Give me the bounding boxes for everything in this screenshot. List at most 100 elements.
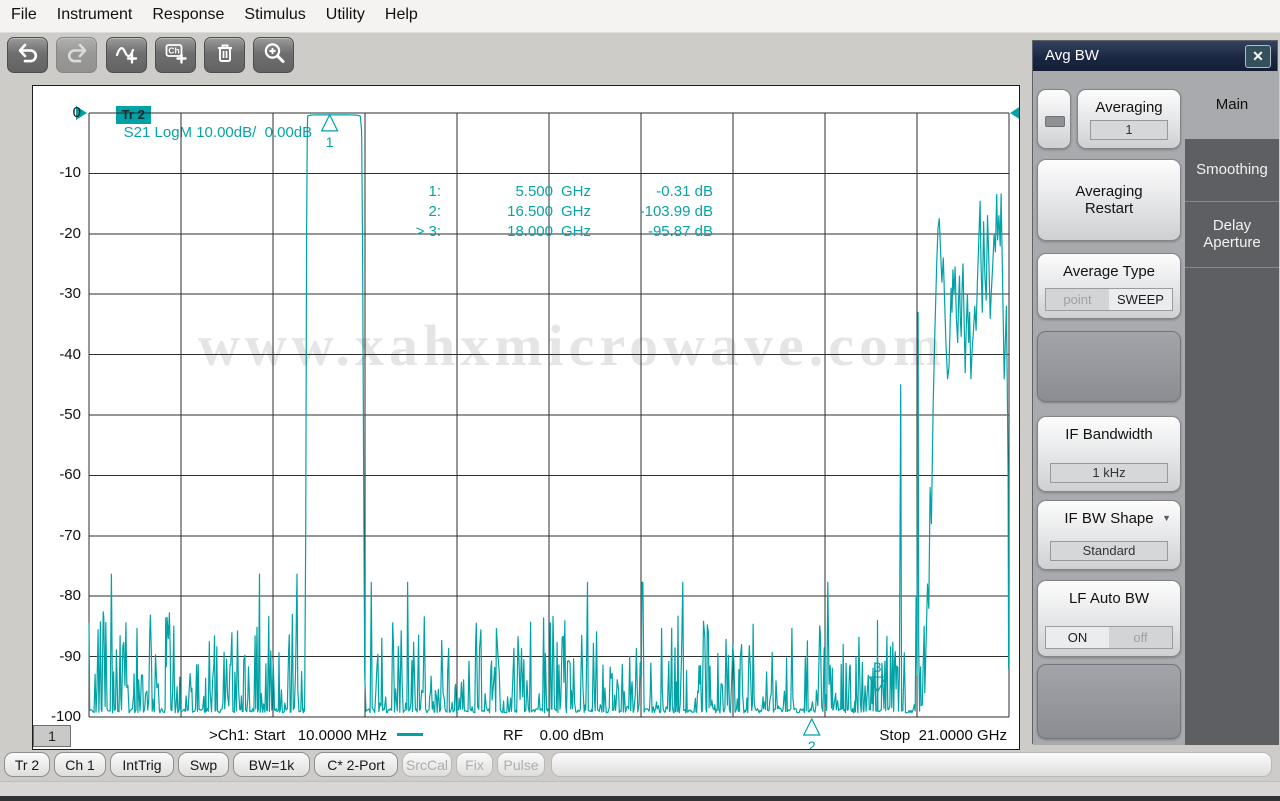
- if-bandwidth-label: IF Bandwidth: [1065, 426, 1153, 443]
- marker-readout-row-3: > 3: 18.000 GHz -95.87 dB: [381, 222, 713, 242]
- average-type-segmented: point SWEEP: [1045, 288, 1173, 311]
- averaging-restart-button[interactable]: Averaging Restart: [1037, 159, 1181, 241]
- add-trace-button[interactable]: [106, 37, 147, 73]
- status-button-bw-1k[interactable]: BW=1k: [233, 752, 310, 777]
- marker-readout-row-2: 2: 16.500 GHz -103.99 dB: [381, 202, 713, 222]
- mk-id: 2:: [428, 203, 441, 220]
- averaging-value-field[interactable]: 1: [1090, 120, 1168, 140]
- if-bandwidth-button[interactable]: IF Bandwidth 1 kHz: [1037, 416, 1181, 492]
- mk-freq: 16.500: [507, 203, 553, 220]
- mk-freq: 5.500: [515, 183, 553, 200]
- status-button-pulse: Pulse: [497, 752, 545, 777]
- tab-delay-aperture-label: Delay Aperture: [1203, 217, 1261, 251]
- marker-label-3: 3: [874, 659, 882, 675]
- if-bw-shape-value-field[interactable]: Standard: [1050, 541, 1168, 561]
- averaging-button[interactable]: Averaging 1: [1077, 89, 1181, 149]
- y-tick-0: 0: [72, 104, 81, 121]
- marker-1[interactable]: 1: [320, 113, 339, 150]
- window-bottom-edge: [0, 796, 1280, 801]
- panel-body: Averaging 1 Averaging Restart Average Ty…: [1033, 71, 1279, 745]
- average-type-option-sweep[interactable]: SWEEP: [1109, 289, 1172, 310]
- averaging-restart-label: Averaging Restart: [1075, 183, 1143, 217]
- mk-val: -0.31 dB: [656, 183, 713, 200]
- chevron-down-icon: ▼: [1162, 513, 1171, 523]
- add-channel-button[interactable]: Ch: [155, 37, 196, 73]
- status-button-inttrig[interactable]: IntTrig: [110, 752, 174, 777]
- status-button-c-2-port[interactable]: C* 2-Port: [314, 752, 398, 777]
- tab-main[interactable]: Main: [1185, 71, 1279, 139]
- y-tick--80: -80: [59, 587, 81, 605]
- y-tick--70: -70: [59, 526, 81, 544]
- marker-label-1: 1: [326, 134, 334, 150]
- add-trace-icon: [115, 41, 139, 70]
- y-tick--30: -30: [59, 285, 81, 303]
- start-frequency-text: >Ch1: Start 10.0000 MHz: [209, 727, 388, 744]
- menu-file[interactable]: File: [0, 0, 47, 24]
- averaging-label: Averaging: [1095, 99, 1163, 116]
- menu-utility[interactable]: Utility: [316, 0, 375, 24]
- status-button-srccal: SrcCal: [402, 752, 452, 777]
- if-bw-shape-label: IF BW Shape: [1064, 510, 1154, 527]
- status-button-fix: Fix: [456, 752, 493, 777]
- panel-tab-column: Main Smoothing Delay Aperture: [1185, 71, 1279, 745]
- chart-panel: Tr 2 S21 LogM 10.00dB/ 0.00dB 0 -10 -20 -30…: [32, 85, 1020, 750]
- marker-readout-row-1: 1: 5.500 GHz -0.31 dB: [381, 182, 713, 202]
- menu-help[interactable]: Help: [375, 0, 428, 24]
- status-button-swp[interactable]: Swp: [178, 752, 229, 777]
- vna-application-window: File Instrument Response Stimulus Utility Hel…: [0, 0, 1280, 801]
- trace-label: Tr 2 S21 LogM 10.00dB/ 0.00dB: [89, 88, 312, 141]
- menu-response[interactable]: Response: [142, 0, 234, 24]
- mk-id: > 3:: [415, 223, 441, 240]
- status-bar: Tr 2 Ch 1 IntTrig Swp BW=1k C* 2-Port SrcCal Fi…: [0, 750, 1280, 780]
- redo-button: [56, 37, 97, 73]
- tab-smoothing[interactable]: Smoothing: [1185, 139, 1279, 202]
- channel-number-badge: 1: [33, 725, 71, 747]
- lf-auto-bw-label: LF Auto BW: [1068, 590, 1150, 607]
- menu-instrument[interactable]: Instrument: [47, 0, 143, 24]
- y-tick--10: -10: [59, 164, 81, 182]
- delete-button[interactable]: [204, 37, 245, 73]
- empty-softkey-2: [1037, 664, 1181, 739]
- tab-delay-aperture[interactable]: Delay Aperture: [1185, 201, 1279, 268]
- add-channel-icon: Ch: [164, 41, 188, 70]
- reference-level-arrow-right-icon: [1010, 106, 1019, 120]
- menu-stimulus[interactable]: Stimulus: [234, 0, 315, 24]
- y-tick--90: -90: [59, 647, 81, 665]
- zoom-in-icon: [262, 41, 286, 70]
- empty-softkey-1: [1037, 331, 1181, 402]
- menu-bar: File Instrument Response Stimulus Utility Hel…: [0, 0, 1280, 33]
- toolbar: Ch: [0, 32, 1030, 78]
- mk-freq: 18.000: [507, 223, 553, 240]
- zoom-button[interactable]: [253, 37, 294, 73]
- status-button-ch-1[interactable]: Ch 1: [54, 752, 106, 777]
- mk-val: -95.87 dB: [647, 223, 713, 240]
- mk-unit: GHz: [561, 223, 591, 240]
- y-tick--60: -60: [59, 466, 81, 484]
- lf-auto-bw-option-on[interactable]: ON: [1046, 627, 1109, 648]
- stop-frequency-label: Stop 21.0000 GHz: [879, 727, 1007, 744]
- toggle-indicator-icon: [1045, 116, 1065, 127]
- y-tick--20: -20: [59, 224, 81, 242]
- mk-unit: GHz: [561, 183, 591, 200]
- y-tick--50: -50: [59, 406, 81, 423]
- lf-auto-bw-button[interactable]: LF Auto BW ON off: [1037, 580, 1181, 657]
- lf-auto-bw-segmented: ON off: [1045, 626, 1173, 649]
- close-icon[interactable]: ✕: [1245, 45, 1271, 68]
- trash-icon: [213, 41, 237, 70]
- average-type-label: Average Type: [1062, 263, 1155, 280]
- if-bandwidth-value-field[interactable]: 1 kHz: [1050, 463, 1168, 483]
- redo-icon: [65, 41, 89, 70]
- average-type-option-point[interactable]: point: [1046, 289, 1109, 310]
- undo-button[interactable]: [7, 37, 48, 73]
- trace-color-dash: [397, 733, 424, 737]
- undo-icon: [16, 41, 40, 70]
- mk-unit: GHz: [561, 203, 591, 220]
- mk-id: 1:: [428, 183, 441, 200]
- avg-bw-panel: Avg BW ✕ Averaging 1 Averaging Restart A…: [1032, 40, 1279, 745]
- lf-auto-bw-option-off[interactable]: off: [1109, 627, 1172, 648]
- averaging-toggle-button[interactable]: [1037, 89, 1071, 149]
- if-bw-shape-button[interactable]: IF BW Shape ▼ Standard: [1037, 500, 1181, 570]
- start-frequency-label: >Ch1: Start 10.0000 MHz: [209, 727, 424, 744]
- status-button-tr-2[interactable]: Tr 2: [4, 752, 50, 777]
- average-type-button[interactable]: Average Type point SWEEP: [1037, 253, 1181, 319]
